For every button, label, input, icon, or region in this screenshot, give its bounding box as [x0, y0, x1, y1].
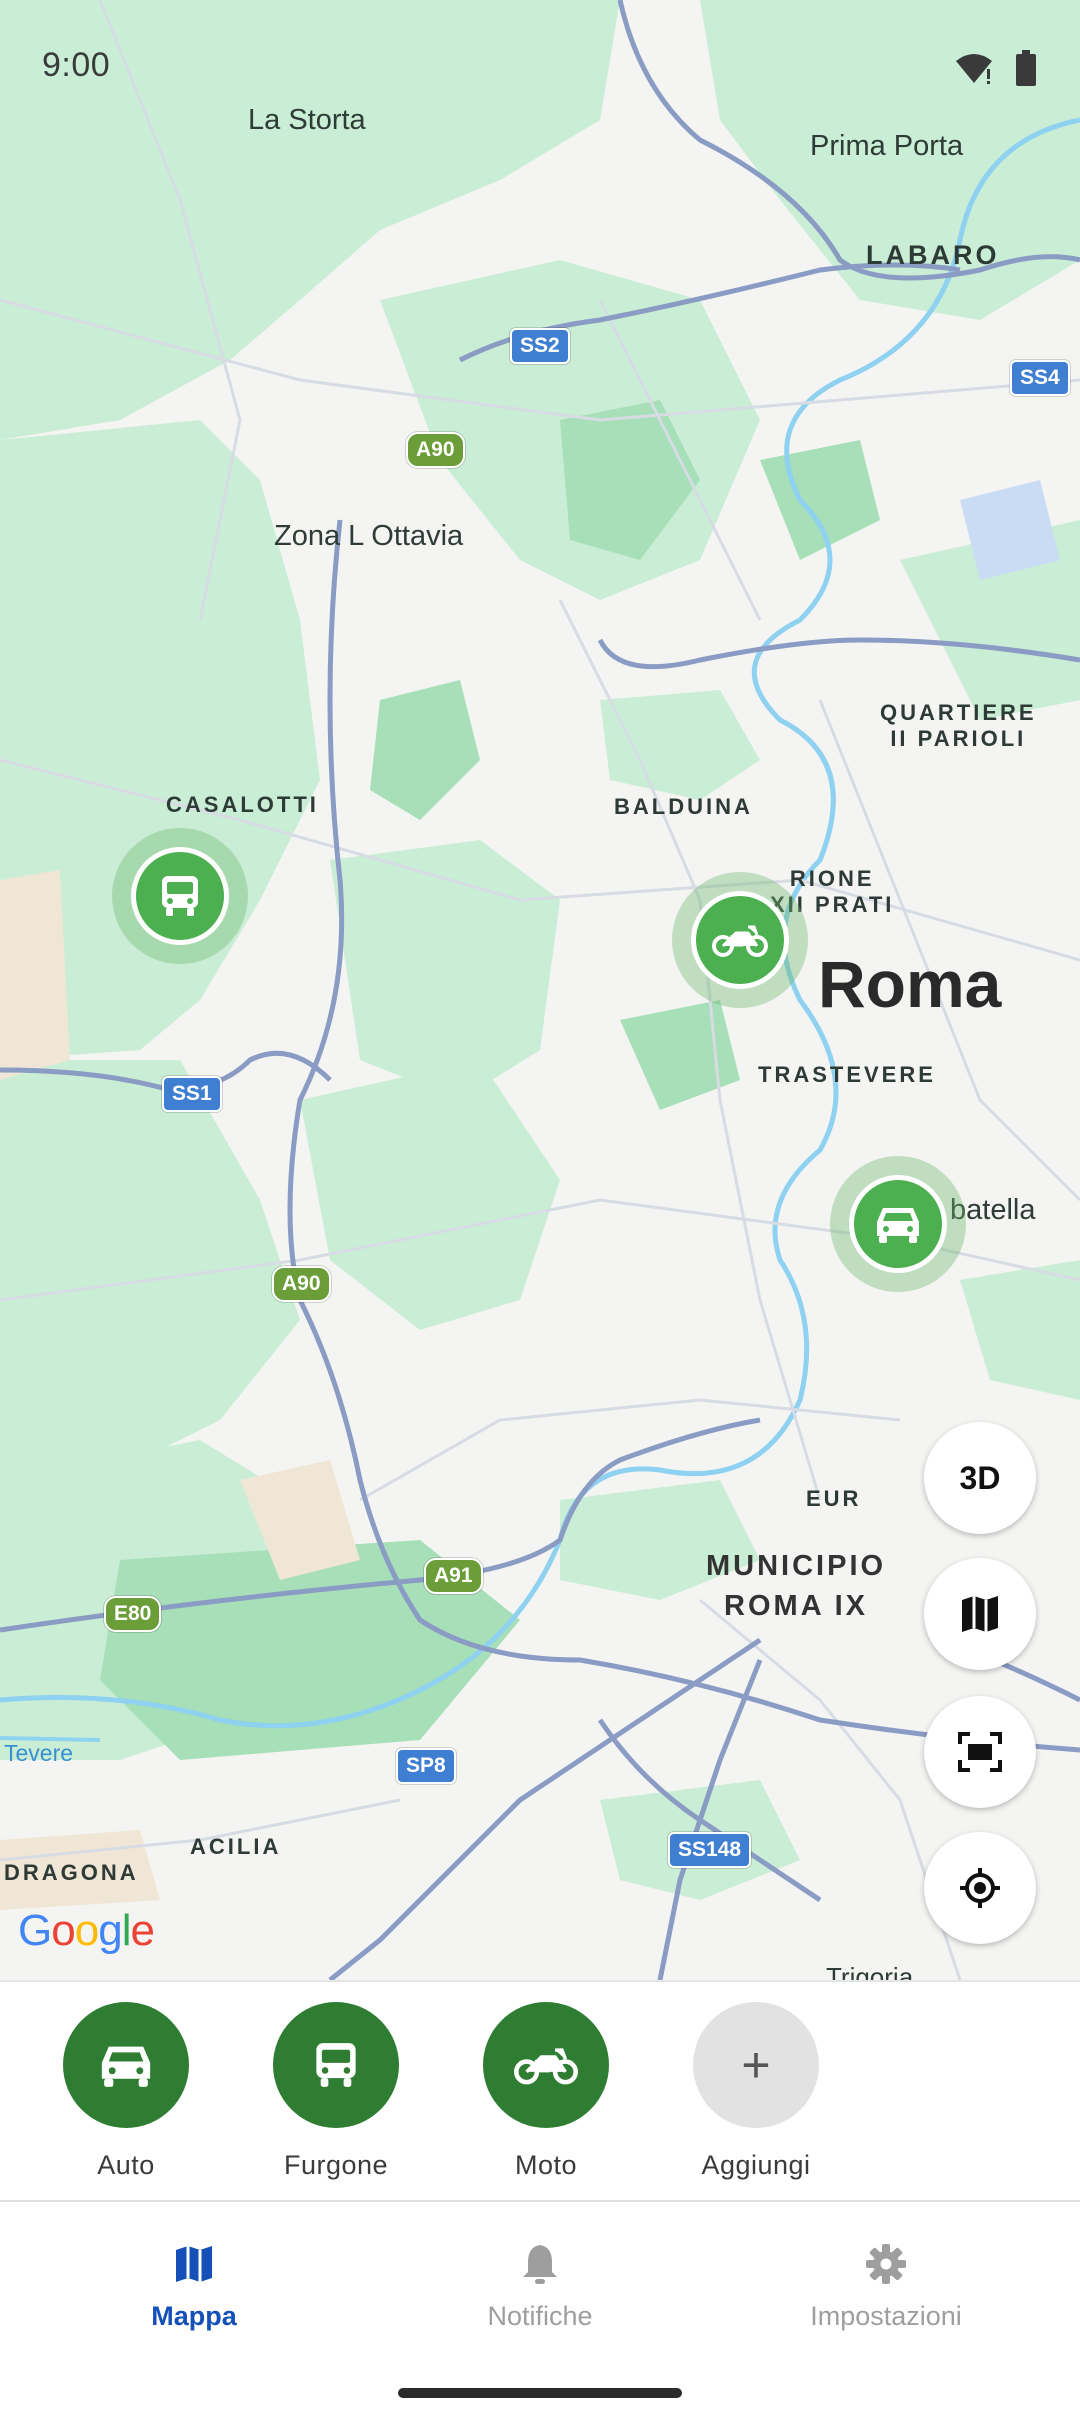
- nav-impostazioni-label: Impostazioni: [810, 2301, 962, 2331]
- place-zona-ottavia: Zona L Ottavia: [274, 520, 464, 552]
- vehicle-moto-label: Moto: [514, 2150, 578, 2180]
- nav-notifiche-label: Notifiche: [487, 2301, 593, 2331]
- map-icon: [962, 1596, 998, 1632]
- motorcycle-icon: [514, 2048, 578, 2085]
- place-trigoria: Trigoria: [826, 1962, 914, 1980]
- fit-screen-icon: [958, 1732, 1002, 1772]
- motorcycle-icon: [712, 925, 768, 957]
- road-shield-ss1: SS1: [162, 1076, 222, 1112]
- fit-bounds-button[interactable]: [924, 1696, 1036, 1808]
- place-acilia: ACILIA: [190, 1834, 282, 1859]
- map-icon: [176, 2246, 212, 2282]
- google-logo: Google: [18, 1906, 155, 1955]
- place-la-storta: La Storta: [248, 104, 366, 136]
- add-vehicle-label: Aggiungi: [701, 2150, 811, 2180]
- add-vehicle-button[interactable]: + Aggiungi: [681, 2002, 831, 2181]
- wifi-icon: [956, 54, 992, 84]
- car-icon: [101, 2046, 151, 2087]
- vehicle-moto-circle: [483, 2002, 609, 2128]
- place-dragona: DRAGONA: [4, 1860, 139, 1885]
- vehicle-furgone-button[interactable]: Furgone: [261, 2002, 411, 2181]
- crosshair-icon: [960, 1868, 1000, 1908]
- road-shield-ss4: SS4: [1010, 360, 1070, 396]
- place-balduina: BALDUINA: [614, 794, 753, 819]
- place-eur: EUR: [806, 1486, 862, 1511]
- place-prima-porta: Prima Porta: [810, 130, 964, 162]
- van-icon: [162, 876, 198, 916]
- place-municipio-roma-ix: MUNICIPIO ROMA IX: [706, 1550, 887, 1622]
- van-marker[interactable]: [112, 828, 248, 964]
- car-marker[interactable]: [830, 1156, 966, 1292]
- place-roma: Roma: [818, 947, 1002, 1021]
- place-quartiere-parioli: QUARTIERE II PARIOLI: [880, 700, 1037, 751]
- nav-mappa[interactable]: Mappa: [44, 2242, 344, 2332]
- status-time: 9:00: [42, 46, 111, 84]
- vehicle-auto-label: Auto: [97, 2150, 155, 2180]
- vehicle-moto-button[interactable]: Moto: [471, 2002, 621, 2181]
- status-icons: [954, 50, 1036, 86]
- map-view[interactable]: 9:00 La Storta Prima Porta LABARO Zona L…: [0, 0, 1080, 1980]
- home-indicator[interactable]: [398, 2388, 682, 2398]
- road-shield-a91: A91: [424, 1558, 483, 1594]
- place-tevere: Tevere: [4, 1740, 74, 1766]
- nav-impostazioni[interactable]: Impostazioni: [736, 2242, 1036, 2332]
- vehicle-furgone-circle: [273, 2002, 399, 2128]
- car-icon: [877, 1208, 919, 1243]
- my-location-button[interactable]: [924, 1832, 1036, 1944]
- road-shield-a90-top: A90: [406, 432, 465, 468]
- van-icon: [316, 2043, 356, 2087]
- bell-icon: [523, 2245, 557, 2284]
- road-shield-e80: E80: [104, 1596, 162, 1632]
- place-casalotti: CASALOTTI: [166, 792, 319, 817]
- bottom-navigation: Mappa Notifiche Impostazioni: [0, 2200, 1080, 2426]
- vehicle-auto-button[interactable]: Auto: [51, 2002, 201, 2181]
- vehicle-auto-circle: [63, 2002, 189, 2128]
- vehicle-furgone-label: Furgone: [283, 2150, 389, 2180]
- road-shield-ss148: SS148: [668, 1832, 752, 1868]
- road-shield-ss2: SS2: [510, 328, 570, 364]
- gear-icon: [866, 2244, 906, 2284]
- road-shield-sp8: SP8: [396, 1748, 456, 1784]
- place-trastevere: TRASTEVERE: [758, 1062, 936, 1087]
- plus-icon: +: [693, 2002, 819, 2128]
- vehicle-selector: Auto Furgone Moto + Aggiungi: [0, 1980, 1080, 2202]
- motorcycle-marker[interactable]: [672, 872, 808, 1008]
- battery-icon: [1016, 50, 1036, 86]
- road-shield-a90-bottom: A90: [272, 1266, 331, 1302]
- 3d-toggle-button[interactable]: 3D: [924, 1422, 1036, 1534]
- nav-notifiche[interactable]: Notifiche: [390, 2242, 690, 2332]
- place-labaro: LABARO: [866, 240, 1000, 270]
- map-type-button[interactable]: [924, 1558, 1036, 1670]
- nav-mappa-label: Mappa: [151, 2301, 237, 2331]
